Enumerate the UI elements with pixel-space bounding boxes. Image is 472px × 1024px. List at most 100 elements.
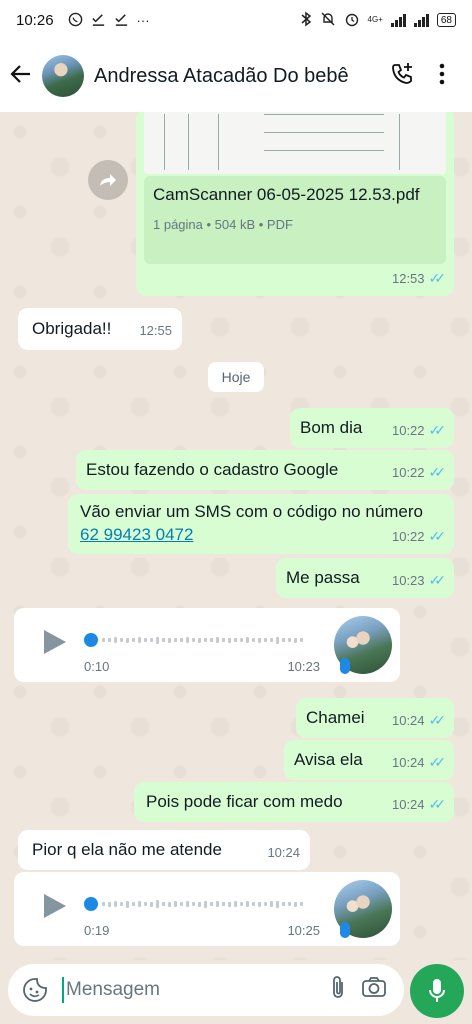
message-input[interactable]	[66, 979, 320, 1001]
paperclip-icon[interactable]	[320, 974, 356, 1006]
message-meta: 12:53 ✓✓	[391, 267, 447, 290]
double-check-icon: ✓✓	[428, 528, 447, 544]
message-time: 10:22	[391, 465, 425, 480]
message-time: 10:24	[391, 755, 425, 770]
message-time: 12:53	[391, 271, 425, 286]
pdf-info[interactable]: CamScanner 06-05-2025 12.53.pdf 1 página…	[144, 176, 446, 264]
alarm-icon	[344, 11, 360, 29]
document-message[interactable]: CamScanner 06-05-2025 12.53.pdf 1 página…	[136, 112, 454, 296]
battery-icon: 68	[436, 13, 456, 27]
double-check-icon: ✓✓	[428, 754, 447, 770]
network-type-label: 4G+	[367, 15, 383, 24]
more-notifications-icon: ···	[136, 12, 150, 28]
message-meta: 10:24 ✓✓	[391, 793, 447, 816]
message-time: 10:24	[391, 713, 425, 728]
playback-slider-handle[interactable]	[84, 897, 98, 911]
message-meta: 10:22 ✓✓	[391, 525, 447, 548]
message-time: 10:22	[391, 423, 425, 438]
mic-icon	[340, 658, 350, 674]
contact-avatar[interactable]	[42, 55, 84, 97]
double-check-icon: ✓✓	[428, 270, 447, 286]
message-text: Chamei	[306, 708, 365, 727]
text-cursor	[62, 977, 64, 1003]
outgoing-message[interactable]: Pois pode ficar com medo 10:24 ✓✓	[134, 782, 454, 822]
forward-icon[interactable]	[88, 160, 128, 200]
double-check-icon: ✓✓	[428, 422, 447, 438]
outgoing-message[interactable]: Estou fazendo o cadastro Google 10:22 ✓✓	[76, 450, 454, 490]
status-bar-right: 4G+ 68	[300, 11, 456, 29]
message-text: Obrigada!!	[32, 319, 112, 338]
mic-button[interactable]	[410, 964, 464, 1018]
message-meta: 10:22 ✓✓	[391, 461, 447, 484]
input-bar	[0, 960, 472, 1024]
double-check-icon: ✓✓	[428, 464, 447, 480]
playback-slider-handle[interactable]	[84, 633, 98, 647]
bluetooth-icon	[300, 11, 312, 29]
incoming-message[interactable]: Pior q ela não me atende 10:24	[18, 830, 310, 870]
whatsapp-notification-icon	[68, 12, 83, 29]
message-text: Estou fazendo o cadastro Google	[86, 460, 339, 479]
message-meta: 10:22 ✓✓	[391, 419, 447, 442]
mic-icon	[340, 922, 350, 938]
message-text: Pois pode ficar com medo	[146, 792, 343, 811]
pdf-file-details: 1 página • 504 kB • PDF	[153, 217, 293, 232]
message-text: Bom dia	[300, 418, 363, 437]
message-time: 10:24	[267, 845, 300, 860]
status-time: 10:26	[16, 11, 54, 29]
date-separator: Hoje	[208, 362, 264, 392]
message-time: 10:22	[391, 529, 425, 544]
outgoing-message[interactable]: Avisa ela 10:24 ✓✓	[284, 740, 454, 780]
outgoing-message[interactable]: Me passa 10:23 ✓✓	[276, 558, 454, 598]
voice-duration: 0:19	[84, 923, 110, 938]
message-text: Vão enviar um SMS com o código no número	[80, 502, 424, 521]
signal-icon-2	[413, 13, 429, 27]
play-icon[interactable]	[44, 630, 66, 654]
battery-level: 68	[440, 14, 452, 26]
status-bar: 10:26 ··· 4G+ 68	[0, 0, 472, 40]
message-text: Avisa ela	[294, 750, 363, 769]
play-icon[interactable]	[44, 894, 66, 918]
voice-message[interactable]: 0:19 10:25	[14, 872, 400, 946]
double-check-icon: ✓✓	[428, 712, 447, 728]
voice-duration: 0:10	[84, 659, 110, 674]
add-call-icon[interactable]	[382, 61, 422, 92]
message-meta: 12:55	[139, 319, 172, 342]
sticker-icon[interactable]	[20, 975, 50, 1005]
message-meta: 10:24 ✓✓	[391, 751, 447, 774]
message-input-container[interactable]	[8, 964, 404, 1016]
contact-name[interactable]: Andressa Atacadão Do bebê	[94, 65, 382, 88]
more-vert-icon[interactable]	[422, 63, 462, 90]
mic-icon	[429, 979, 445, 1002]
message-time: 10:24	[391, 797, 425, 812]
pdf-thumbnail[interactable]	[144, 112, 446, 174]
outgoing-message[interactable]: Chamei 10:24 ✓✓	[296, 698, 454, 738]
message-meta: 10:24 ✓✓	[391, 709, 447, 732]
outgoing-message[interactable]: Bom dia 10:22 ✓✓	[290, 408, 454, 448]
voice-message[interactable]: 0:10 10:23	[14, 608, 400, 682]
pdf-file-name: CamScanner 06-05-2025 12.53.pdf	[153, 185, 420, 204]
incoming-message[interactable]: Obrigada!! 12:55	[18, 308, 182, 350]
mute-bell-icon	[320, 11, 336, 29]
signal-icon	[390, 13, 406, 27]
arrow-left-icon[interactable]	[10, 61, 36, 92]
message-time: 10:23	[391, 573, 425, 588]
message-meta: 10:23 ✓✓	[391, 569, 447, 592]
camera-icon[interactable]	[356, 976, 392, 1004]
chat-area[interactable]: CamScanner 06-05-2025 12.53.pdf 1 página…	[0, 112, 472, 960]
double-check-icon: ✓✓	[428, 796, 447, 812]
message-text: Pior q ela não me atende	[32, 840, 222, 859]
audio-waveform[interactable]	[102, 898, 308, 910]
check-download-icon-2	[114, 12, 129, 29]
message-time: 12:55	[139, 323, 172, 338]
audio-waveform[interactable]	[102, 634, 308, 646]
message-text: Me passa	[286, 568, 360, 587]
chat-header: Andressa Atacadão Do bebê	[0, 40, 472, 112]
phone-number-link[interactable]: 62 99423 0472	[80, 525, 193, 544]
message-time: 10:23	[287, 659, 320, 674]
status-bar-left: 10:26 ···	[16, 12, 150, 29]
outgoing-message[interactable]: Vão enviar um SMS com o código no número…	[68, 494, 454, 554]
double-check-icon: ✓✓	[428, 572, 447, 588]
check-download-icon	[91, 12, 106, 29]
message-meta: 10:24	[267, 841, 300, 864]
message-time: 10:25	[287, 923, 320, 938]
